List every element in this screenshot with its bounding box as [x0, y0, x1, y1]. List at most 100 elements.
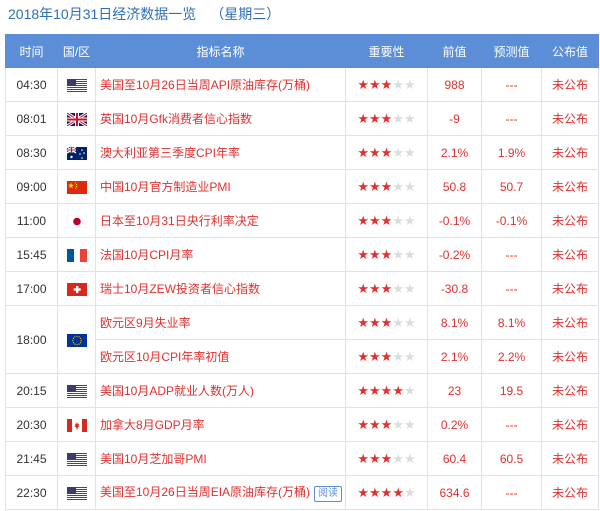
- star-filled-icon: ★: [369, 280, 381, 296]
- indicator-name[interactable]: 加拿大8月GDP月率: [100, 418, 205, 432]
- importance-cell: ★★★★★: [345, 271, 428, 306]
- star-filled-icon: ★: [380, 484, 393, 500]
- indicator-cell: 中国10月官方制造业PMI: [95, 169, 346, 204]
- col-header-importance: 重要性: [345, 34, 428, 68]
- switzerland-flag-icon: [66, 282, 87, 296]
- indicator-name[interactable]: 日本至10月31日央行利率决定: [100, 214, 259, 228]
- indicator-cell: 加拿大8月GDP月率: [95, 407, 346, 442]
- previous-cell: 634.6: [427, 475, 482, 510]
- table-row: 11:00 日本至10月31日央行利率决定 ★★★★★ -0.1% -0.1% 未公布: [5, 203, 599, 238]
- importance-stars: ★★★★★: [357, 417, 415, 432]
- indicator-cell: 美国10月ADP就业人数(万人): [95, 373, 346, 408]
- indicator-cell: 澳大利亚第三季度CPI年率: [95, 135, 346, 170]
- forecast-cell: 19.5: [481, 373, 542, 408]
- importance-stars: ★★★★★: [357, 179, 415, 194]
- region-cell: [57, 203, 96, 238]
- importance-stars: ★★★★★: [357, 315, 415, 330]
- importance-cell: ★★★★★: [345, 407, 428, 442]
- forecast-value: ---: [505, 485, 518, 500]
- forecast-value: ---: [505, 417, 518, 432]
- star-empty-icon: ★: [403, 314, 416, 330]
- indicator-cell: 日本至10月31日央行利率决定: [95, 203, 346, 238]
- previous-value: 2.1%: [440, 145, 469, 160]
- previous-cell: -30.8: [427, 271, 482, 306]
- indicator-name[interactable]: 欧元区9月失业率: [100, 316, 191, 330]
- indicator-name[interactable]: 英国10月Gfk消费者信心指数: [100, 112, 252, 126]
- time-cell: 11:00: [5, 203, 58, 238]
- indicator-name[interactable]: 法国10月CPI月率: [100, 248, 193, 262]
- star-empty-icon: ★: [403, 110, 416, 126]
- star-filled-icon: ★: [369, 450, 381, 466]
- page-title-text: 2018年10月31日经济数据一览: [8, 6, 197, 22]
- forecast-value: 2.2%: [497, 349, 526, 364]
- indicator-name[interactable]: 美国10月ADP就业人数(万人): [100, 384, 254, 398]
- actual-cell: 未公布: [541, 271, 599, 306]
- star-filled-icon: ★: [357, 76, 370, 92]
- time-cell: 15:45: [5, 237, 58, 272]
- indicator-name[interactable]: 美国至10月26日当周EIA原油库存(万桶): [100, 485, 310, 499]
- china-flag-icon: [66, 180, 87, 194]
- star-filled-icon: ★: [369, 382, 381, 398]
- indicator-name[interactable]: 美国至10月26日当周API原油库存(万桶): [100, 78, 310, 92]
- table-row: 21:45 美国10月芝加哥PMI ★★★★★ 60.4 60.5 未公布: [5, 441, 599, 476]
- star-filled-icon: ★: [357, 450, 370, 466]
- previous-value: 2.1%: [440, 349, 469, 364]
- indicator-name[interactable]: 欧元区10月CPI年率初值: [100, 350, 229, 364]
- previous-cell: 8.1%: [427, 305, 482, 340]
- time-cell: 20:30: [5, 407, 58, 442]
- forecast-value: 50.7: [499, 179, 524, 194]
- star-filled-icon: ★: [357, 144, 370, 160]
- region-cell: [57, 305, 96, 374]
- time-text: 04:30: [16, 77, 47, 92]
- indicator-name[interactable]: 中国10月官方制造业PMI: [100, 180, 231, 194]
- previous-cell: 50.8: [427, 169, 482, 204]
- star-empty-icon: ★: [403, 416, 416, 432]
- forecast-value: ---: [505, 77, 518, 92]
- col-header-actual: 公布值: [541, 34, 599, 68]
- star-empty-icon: ★: [392, 212, 404, 228]
- us-flag-icon: [66, 78, 87, 92]
- us-flag-icon: [66, 486, 87, 500]
- previous-cell: 2.1%: [427, 339, 482, 374]
- star-filled-icon: ★: [357, 110, 370, 126]
- actual-value: 未公布: [551, 146, 588, 160]
- time-text: 20:15: [16, 383, 47, 398]
- indicator-name[interactable]: 瑞士10月ZEW投资者信心指数: [100, 282, 260, 296]
- read-button[interactable]: 阅读: [314, 486, 343, 502]
- time-text: 17:00: [16, 281, 47, 296]
- importance-stars: ★★★★★: [357, 213, 415, 228]
- region-cell: [57, 271, 96, 306]
- table-row: 08:01 英国10月Gfk消费者信心指数 ★★★★★ -9 --- 未公布: [5, 101, 599, 136]
- actual-value: 未公布: [551, 112, 588, 126]
- table-row: 04:30 美国至10月26日当周API原油库存(万桶) ★★★★★ 988 --- 未公…: [5, 67, 599, 102]
- previous-value: 8.1%: [440, 315, 469, 330]
- time-text: 11:00: [16, 213, 47, 228]
- actual-cell: 未公布: [541, 237, 599, 272]
- forecast-cell: ---: [481, 237, 542, 272]
- time-cell: 20:15: [5, 373, 58, 408]
- star-filled-icon: ★: [380, 246, 393, 262]
- star-filled-icon: ★: [369, 314, 381, 330]
- indicator-name[interactable]: 美国10月芝加哥PMI: [100, 452, 207, 466]
- forecast-value: ---: [505, 281, 518, 296]
- indicator-cell: 美国至10月26日当周EIA原油库存(万桶) 阅读: [95, 475, 346, 510]
- col-header-indicator: 指标名称: [95, 34, 346, 68]
- uk-flag-icon: [66, 112, 87, 126]
- indicator-cell: 欧元区9月失业率: [95, 305, 346, 340]
- star-filled-icon: ★: [357, 484, 370, 500]
- previous-value: 0.2%: [440, 417, 469, 432]
- star-filled-icon: ★: [369, 178, 381, 194]
- forecast-cell: 8.1%: [481, 305, 542, 340]
- star-empty-icon: ★: [403, 178, 416, 194]
- indicator-name[interactable]: 澳大利亚第三季度CPI年率: [100, 146, 240, 160]
- france-flag-icon: [66, 248, 87, 262]
- importance-cell: ★★★★★: [345, 135, 428, 170]
- star-filled-icon: ★: [357, 246, 370, 262]
- region-cell: [57, 475, 96, 510]
- importance-stars: ★★★★★: [357, 145, 415, 160]
- star-empty-icon: ★: [403, 280, 416, 296]
- region-cell: [57, 373, 96, 408]
- time-cell: 18:00: [5, 305, 58, 374]
- importance-stars: ★★★★★: [357, 281, 415, 296]
- actual-value: 未公布: [551, 282, 588, 296]
